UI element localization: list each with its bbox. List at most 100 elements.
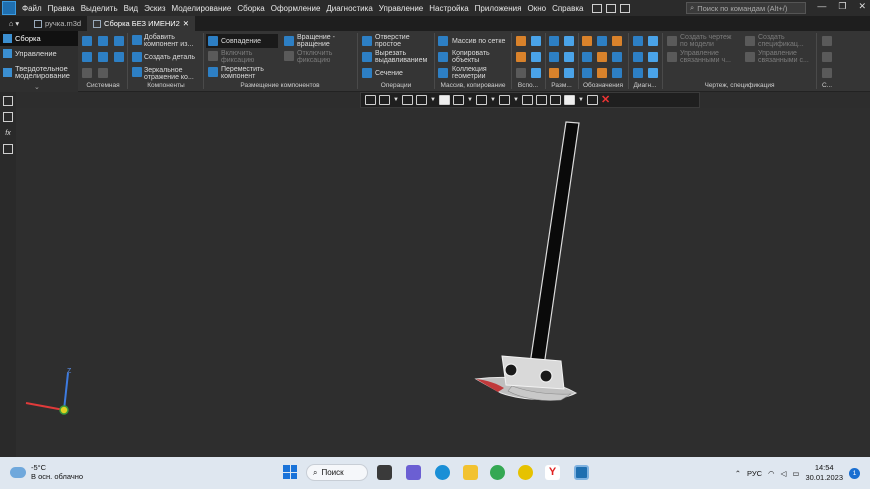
angle-icon[interactable]	[648, 68, 658, 78]
angular-dimension-icon[interactable]	[549, 52, 559, 62]
create-spec-button[interactable]: Создать спецификац...	[758, 34, 804, 48]
yandex-browser-icon[interactable]: Y	[545, 465, 560, 480]
undo-icon[interactable]	[82, 68, 92, 78]
mirror-component-button[interactable]: Зеркальное отражение ко...	[144, 67, 194, 81]
toolbar-item-solid-modeling[interactable]: Твердотельное моделирование	[0, 61, 78, 83]
axis-icon[interactable]	[516, 36, 526, 46]
leader-icon[interactable]	[582, 36, 592, 46]
table-icon[interactable]	[612, 68, 622, 78]
create-part-button[interactable]: Создать деталь	[144, 54, 195, 61]
text-note-icon[interactable]	[597, 68, 607, 78]
chevron-down-icon[interactable]: ▼	[490, 95, 496, 105]
edge-icon[interactable]	[435, 465, 450, 480]
disable-fixation-button[interactable]: Отключить фиксацию	[297, 50, 332, 64]
filter-icon[interactable]	[564, 95, 575, 105]
menu-assembly[interactable]: Сборка	[234, 4, 267, 13]
kompas-3d-icon[interactable]	[574, 465, 589, 480]
grid-array-icon[interactable]	[438, 36, 448, 46]
hole-icon[interactable]	[362, 36, 372, 46]
tab-close-icon[interactable]: ✕	[183, 19, 189, 28]
section-icon[interactable]	[362, 68, 372, 78]
menu-window[interactable]: Окно	[524, 4, 549, 13]
language-indicator[interactable]: РУС	[747, 469, 762, 478]
volume-icon[interactable]: ◁	[781, 469, 787, 478]
auto-dimension-icon[interactable]	[549, 68, 559, 78]
zoom-icon[interactable]	[379, 95, 390, 105]
close-icon[interactable]: ✕	[858, 1, 866, 12]
minimize-icon[interactable]: —	[817, 1, 826, 12]
radiation-app-icon[interactable]	[518, 465, 533, 480]
save-icon[interactable]	[114, 36, 124, 46]
position-icon[interactable]	[582, 68, 592, 78]
move-component-icon[interactable]	[208, 67, 218, 77]
info-icon[interactable]	[620, 3, 631, 13]
restore-icon[interactable]: ❐	[838, 1, 846, 12]
linked-specs-button[interactable]: Управление связанными с...	[758, 50, 809, 64]
tree-icon[interactable]	[3, 96, 13, 106]
arc-dimension-icon[interactable]	[564, 68, 574, 78]
wifi-icon[interactable]: ◠	[768, 469, 775, 478]
menu-modeling[interactable]: Моделирование	[168, 4, 234, 13]
extrude-cut-button[interactable]: Вырезать выдавливанием	[375, 50, 427, 64]
screenshot-icon[interactable]	[606, 3, 617, 13]
shaded-view-icon[interactable]	[439, 95, 450, 105]
base-icon[interactable]	[582, 52, 592, 62]
parameters-icon[interactable]	[3, 112, 13, 122]
snapshot-icon[interactable]	[536, 95, 547, 105]
chevron-down-icon[interactable]: ▼	[467, 95, 473, 105]
display-mode-icon[interactable]	[453, 95, 464, 105]
toolbar-item-management[interactable]: Управление	[0, 46, 78, 61]
mirror-component-icon[interactable]	[132, 67, 142, 77]
properties-icon[interactable]	[98, 52, 108, 62]
mass-properties-icon[interactable]	[648, 36, 658, 46]
battery-icon[interactable]: ▭	[792, 469, 799, 478]
task-view-icon[interactable]	[377, 465, 392, 480]
menu-diagnostics[interactable]: Диагностика	[323, 4, 375, 13]
new-document-icon[interactable]	[82, 36, 92, 46]
taskbar-search[interactable]: ⌕ Поиск	[306, 464, 368, 481]
coincidence-button[interactable]: Совпадение	[221, 38, 261, 45]
file-explorer-icon[interactable]	[463, 465, 478, 480]
menu-file[interactable]: Файл	[19, 4, 45, 13]
section-view-icon[interactable]	[499, 95, 510, 105]
line-icon[interactable]	[516, 68, 526, 78]
3d-viewport[interactable]: Z	[16, 108, 870, 457]
menu-design[interactable]: Оформление	[268, 4, 324, 13]
section-button[interactable]: Сечение	[375, 70, 403, 77]
model-check-icon[interactable]	[648, 52, 658, 62]
view-direction-icon[interactable]	[416, 95, 427, 105]
new-window-icon[interactable]	[82, 52, 92, 62]
offset-plane-icon[interactable]	[531, 52, 541, 62]
create-spec-icon[interactable]	[745, 36, 755, 46]
hide-icon[interactable]	[476, 95, 487, 105]
app-logo-icon[interactable]	[2, 1, 16, 15]
point-icon[interactable]	[516, 52, 526, 62]
plane-icon[interactable]	[531, 36, 541, 46]
tab-handle-part[interactable]: ручка.m3d	[28, 16, 87, 31]
grid-array-button[interactable]: Массив по сетке	[452, 38, 505, 45]
tools-icon[interactable]	[822, 68, 832, 78]
rotation-button[interactable]: Вращение - вращение	[297, 34, 335, 48]
chevron-down-icon[interactable]: ▼	[430, 95, 436, 105]
extrude-cut-icon[interactable]	[362, 52, 372, 62]
command-search-input[interactable]: ⌕ Поиск по командам (Alt+/)	[686, 2, 806, 14]
coincidence-icon[interactable]	[208, 36, 218, 46]
chevron-up-icon[interactable]: ⌃	[735, 469, 741, 478]
variables-icon[interactable]: fx	[3, 128, 13, 138]
enable-fixation-button[interactable]: Включить фиксацию	[221, 50, 254, 64]
library-icon[interactable]	[822, 52, 832, 62]
chevron-down-icon[interactable]: ▼	[393, 95, 399, 105]
add-component-icon[interactable]	[132, 35, 142, 45]
chrome-icon[interactable]	[490, 465, 505, 480]
linear-dimension-icon[interactable]	[549, 36, 559, 46]
create-part-icon[interactable]	[132, 52, 142, 62]
layers-icon[interactable]	[3, 144, 13, 154]
perspective-icon[interactable]	[550, 95, 561, 105]
clock[interactable]: 14:54 30.01.2023	[805, 463, 843, 483]
collision-check-icon[interactable]	[633, 52, 643, 62]
geometry-collection-button[interactable]: Коллекция геометрии	[452, 66, 487, 80]
simple-hole-button[interactable]: Отверстие простое	[375, 34, 410, 48]
chevron-down-icon[interactable]: ▼	[513, 95, 519, 105]
linked-specs-icon[interactable]	[745, 52, 755, 62]
explode-icon[interactable]	[522, 95, 533, 105]
